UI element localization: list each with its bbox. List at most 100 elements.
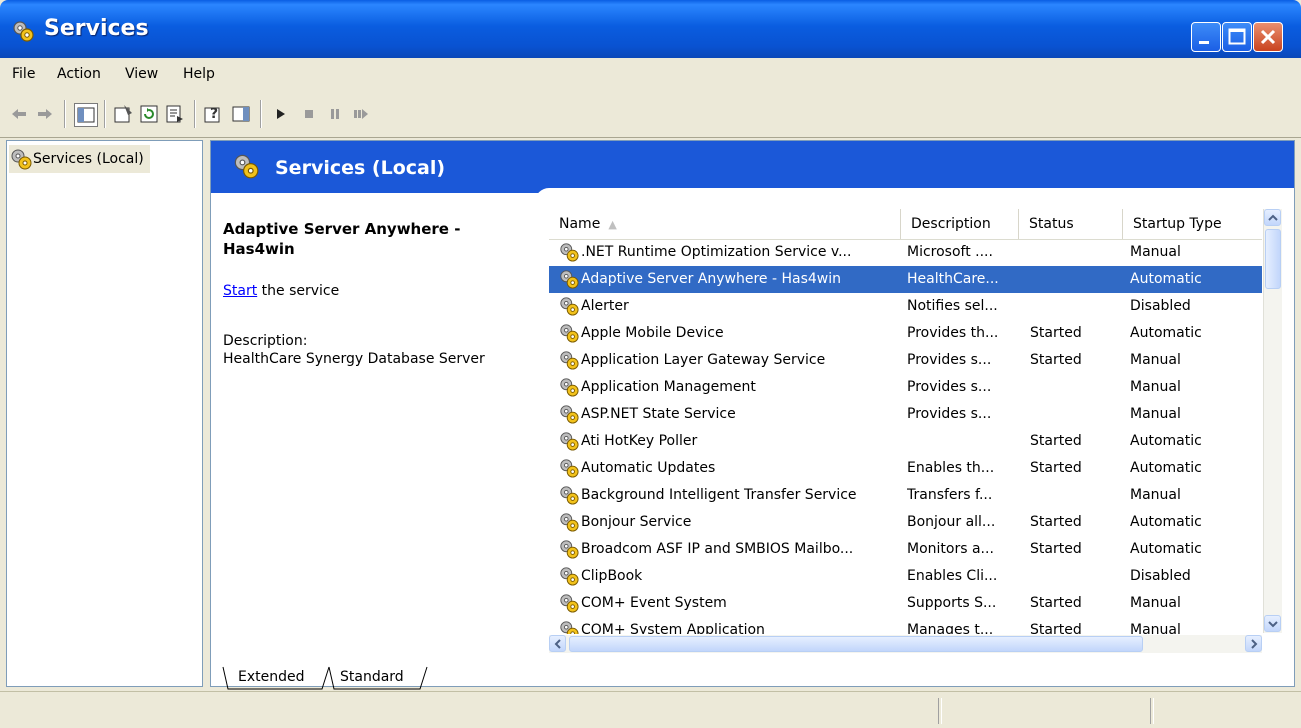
menu-help[interactable]: Help xyxy=(183,66,215,82)
cell-description: Provides s... xyxy=(907,406,992,422)
column-header-label: Name xyxy=(559,216,601,232)
table-row[interactable]: Adaptive Server Anywhere - Has4win Health… xyxy=(549,266,1262,293)
table-row[interactable]: .NET Runtime Optimization Service v... Mi… xyxy=(549,239,1262,266)
cell-name: COM+ Event System xyxy=(581,595,727,611)
menu-file[interactable]: File xyxy=(12,66,35,82)
tab-extended[interactable]: Extended xyxy=(228,665,315,689)
export-list-icon[interactable] xyxy=(164,103,186,125)
service-gear-icon xyxy=(560,432,579,451)
cell-name: .NET Runtime Optimization Service v... xyxy=(581,244,852,260)
minimize-icon xyxy=(1199,41,1209,44)
cell-description: Provides s... xyxy=(907,379,992,395)
cell-startup-type: Automatic xyxy=(1130,271,1202,287)
selected-service-title: Adaptive Server Anywhere - Has4win xyxy=(223,220,461,258)
table-row[interactable]: COM+ Event System Supports S... Started Man… xyxy=(549,590,1262,617)
show-hide-action-pane-icon[interactable] xyxy=(230,103,252,125)
restart-service-icon[interactable] xyxy=(350,103,372,125)
table-row[interactable]: Broadcom ASF IP and SMBIOS Mailbo... Moni… xyxy=(549,536,1262,563)
table-row[interactable]: Ati HotKey Poller Started Automatic xyxy=(549,428,1262,455)
cell-status: Started xyxy=(1030,460,1082,476)
close-button[interactable] xyxy=(1253,22,1283,52)
tree-item-services-local[interactable]: Services (Local) xyxy=(9,145,150,173)
cell-description: HealthCare... xyxy=(907,271,999,287)
pane-header-banner: Services (Local) xyxy=(211,141,1294,193)
cell-startup-type: Automatic xyxy=(1130,460,1202,476)
table-row[interactable]: Background Intelligent Transfer Service T… xyxy=(549,482,1262,509)
cell-description: Manages t... xyxy=(907,622,994,634)
column-header-name[interactable]: Name ▲ xyxy=(549,209,901,239)
service-gear-icon xyxy=(560,540,579,559)
cell-startup-type: Manual xyxy=(1130,406,1181,422)
service-gear-icon xyxy=(560,594,579,613)
cell-name: Bonjour Service xyxy=(581,514,692,530)
service-gear-icon xyxy=(560,405,579,424)
svg-text:?: ? xyxy=(210,106,218,122)
cell-startup-type: Manual xyxy=(1130,352,1181,368)
table-row[interactable]: Application Management Provides s... Manua… xyxy=(549,374,1262,401)
cell-description xyxy=(907,428,1019,455)
menu-view[interactable]: View xyxy=(125,66,158,82)
cell-name: Alerter xyxy=(581,298,629,314)
cell-startup-type: Automatic xyxy=(1130,514,1202,530)
service-gear-icon xyxy=(560,567,579,586)
show-hide-tree-icon[interactable] xyxy=(74,103,98,127)
forward-arrow-icon[interactable] xyxy=(34,103,56,125)
pause-service-icon[interactable] xyxy=(324,103,346,125)
description-label: Description: xyxy=(223,333,308,349)
table-row[interactable]: Application Layer Gateway Service Provide… xyxy=(549,347,1262,374)
column-header-startup-type[interactable]: Startup Type xyxy=(1123,209,1262,239)
menu-action[interactable]: Action xyxy=(57,66,101,82)
table-row[interactable]: ASP.NET State Service Provides s... Manual xyxy=(549,401,1262,428)
cell-description: Monitors a... xyxy=(907,541,994,557)
toolbar-separator xyxy=(260,100,261,128)
cell-status xyxy=(1030,401,1110,428)
service-gear-icon xyxy=(560,243,579,262)
service-gear-icon xyxy=(560,459,579,478)
column-header-label: Status xyxy=(1029,216,1074,232)
column-header-label: Description xyxy=(911,216,991,232)
refresh-icon[interactable] xyxy=(138,103,160,125)
cell-name: ClipBook xyxy=(581,568,643,584)
service-gear-icon xyxy=(560,486,579,505)
minimize-button[interactable] xyxy=(1191,22,1221,52)
start-service-icon[interactable] xyxy=(270,103,292,125)
table-row[interactable]: Alerter Notifies sel... Disabled xyxy=(549,293,1262,320)
back-arrow-icon[interactable] xyxy=(8,103,30,125)
column-header-description[interactable]: Description xyxy=(901,209,1019,239)
toolbar: ? xyxy=(0,92,1301,138)
column-header-status[interactable]: Status xyxy=(1019,209,1123,239)
horizontal-scrollbar[interactable] xyxy=(549,635,1262,653)
vertical-scrollbar[interactable] xyxy=(1263,209,1282,633)
view-tabs: Extended Standard xyxy=(222,665,622,691)
toolbar-separator xyxy=(194,100,195,128)
details-pane: Services (Local) Adaptive Server Anywher… xyxy=(210,140,1295,687)
maximize-button[interactable] xyxy=(1222,22,1252,52)
tab-standard[interactable]: Standard xyxy=(330,665,414,689)
scroll-left-button[interactable] xyxy=(549,635,566,652)
help-icon[interactable]: ? xyxy=(202,103,224,125)
table-row[interactable]: COM+ System Application Manages t... Start… xyxy=(549,617,1262,634)
status-divider xyxy=(1150,698,1154,724)
service-gear-icon xyxy=(560,621,579,634)
table-row[interactable]: Automatic Updates Enables th... Started Aut… xyxy=(549,455,1262,482)
table-row[interactable]: Apple Mobile Device Provides th... Started… xyxy=(549,320,1262,347)
vertical-scroll-thumb[interactable] xyxy=(1265,229,1281,289)
table-row[interactable]: ClipBook Enables Cli... Disabled xyxy=(549,563,1262,590)
title-bar: Services xyxy=(0,0,1301,58)
cell-status xyxy=(1030,293,1110,320)
horizontal-scroll-thumb[interactable] xyxy=(569,636,1143,652)
cell-startup-type: Manual xyxy=(1130,244,1181,260)
services-list: Name ▲ Description Status Startup Type .N… xyxy=(549,209,1282,661)
cell-name: Application Management xyxy=(581,379,756,395)
cell-name: ASP.NET State Service xyxy=(581,406,736,422)
scroll-down-button[interactable] xyxy=(1264,615,1281,632)
stop-service-icon[interactable] xyxy=(298,103,320,125)
table-row[interactable]: Bonjour Service Bonjour all... Started Auto… xyxy=(549,509,1262,536)
start-service-link[interactable]: Start xyxy=(223,283,257,299)
cell-description: Transfers f... xyxy=(907,487,993,503)
scroll-right-button[interactable] xyxy=(1245,635,1262,652)
cell-status: Started xyxy=(1030,595,1082,611)
properties-icon[interactable] xyxy=(112,103,134,125)
cell-description: Supports S... xyxy=(907,595,997,611)
scroll-up-button[interactable] xyxy=(1264,209,1281,226)
